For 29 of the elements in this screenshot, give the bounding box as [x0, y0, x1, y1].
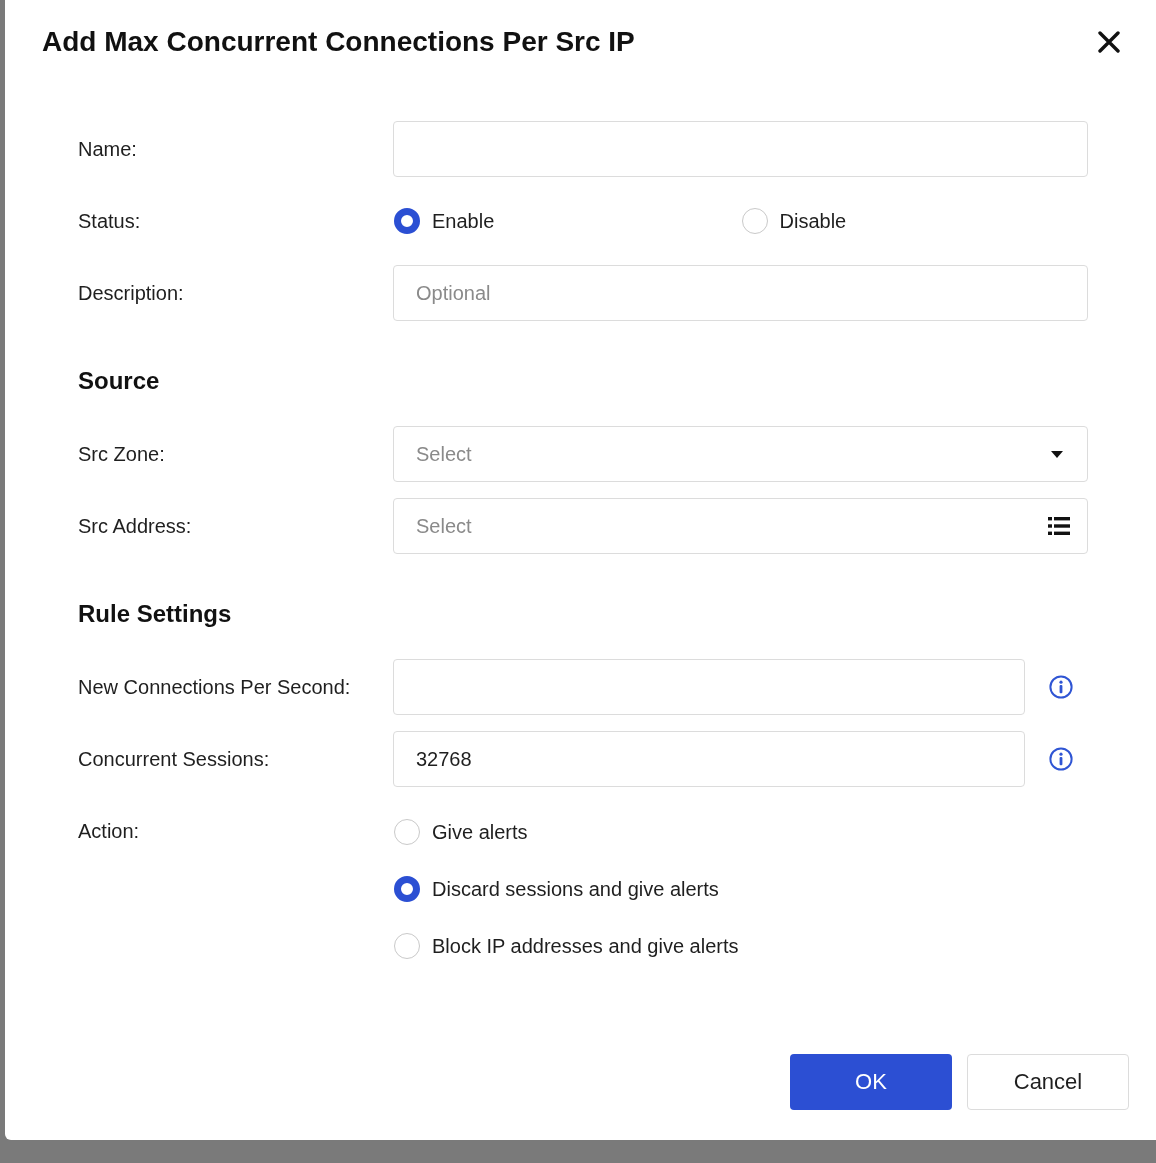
field-label: Status: — [78, 209, 141, 234]
radio-label[interactable]: Give alerts — [432, 817, 528, 846]
field-label: Action: — [78, 819, 140, 844]
radio-label[interactable]: Enable — [432, 207, 495, 235]
close-icon[interactable] — [1098, 31, 1120, 53]
field-label: Description: — [78, 281, 184, 306]
section-heading: Rule Settings — [78, 599, 232, 629]
caret-icon — [1051, 450, 1063, 458]
radio-label[interactable]: Discard sessions and give alerts — [432, 874, 719, 903]
radio-button[interactable] — [394, 208, 420, 234]
cancel-button[interactable]: Cancel — [967, 1054, 1129, 1110]
field-label: Src Zone: — [78, 442, 165, 467]
ok-button[interactable]: OK — [790, 1054, 952, 1110]
info-icon[interactable] — [1049, 747, 1073, 771]
info-icon[interactable] — [1049, 675, 1073, 699]
field-label: Concurrent Sessions: — [78, 747, 270, 772]
dialog-title: Add Max Concurrent Connections Per Src IP — [42, 25, 635, 59]
field-label: Src Address: — [78, 514, 192, 539]
section-heading: Source — [78, 366, 160, 396]
input-field[interactable] — [393, 121, 1088, 177]
input-field[interactable] — [393, 659, 1025, 715]
list-icon — [1048, 517, 1070, 535]
radio-label[interactable]: Disable — [779, 207, 847, 235]
radio-button[interactable] — [394, 875, 420, 902]
input-field[interactable]: 32768 — [393, 731, 1025, 787]
field-label: Name: — [78, 137, 137, 162]
input-field[interactable]: Optional — [393, 265, 1088, 321]
field-label: New Connections Per Second: — [78, 675, 351, 700]
radio-label[interactable]: Block IP addresses and give alerts — [432, 931, 739, 960]
